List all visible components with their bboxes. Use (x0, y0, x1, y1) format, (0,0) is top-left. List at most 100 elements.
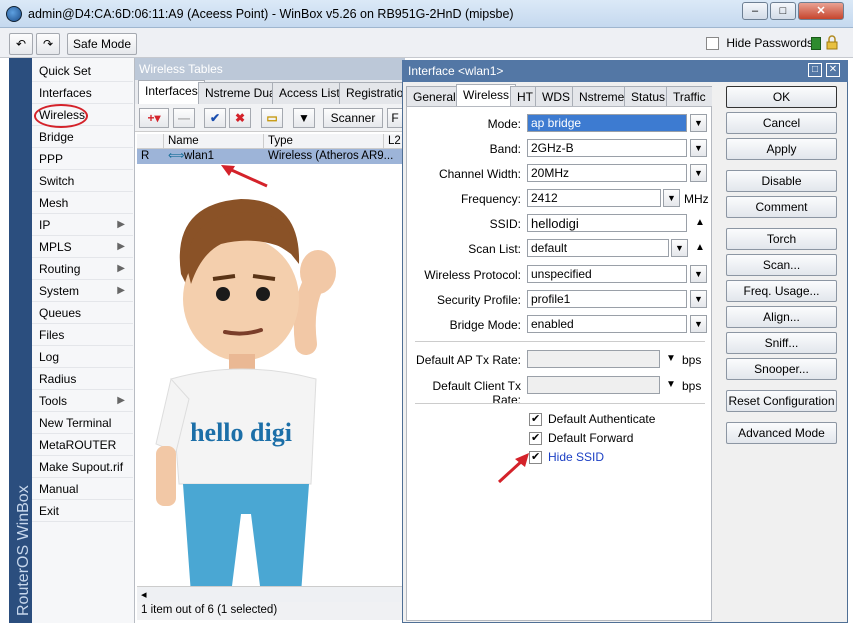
sidebar-item-exit[interactable]: Exit (32, 500, 133, 522)
collapse-icon[interactable]: ▲ (695, 242, 705, 253)
minimize-button[interactable]: – (742, 2, 768, 20)
scanner-button[interactable]: Scanner (323, 108, 383, 128)
disable-button[interactable]: Disable (726, 170, 837, 192)
sidebar-item-tools[interactable]: Tools ▶ (32, 390, 133, 412)
frequency-select[interactable]: 2412 (527, 189, 661, 207)
hide-passwords-checkbox[interactable] (706, 37, 719, 51)
column-type[interactable]: Type (264, 134, 384, 149)
ssid-input[interactable]: hellodigi (527, 214, 687, 232)
sidebar-item-mesh[interactable]: Mesh (32, 192, 133, 214)
wireless-protocol-dropdown-icon[interactable]: ▼ (690, 265, 707, 283)
bridge-mode-select[interactable]: enabled (527, 315, 687, 333)
hide-passwords-toggle[interactable]: Hide Passwords (706, 36, 813, 51)
filter-icon[interactable]: ▼ (293, 108, 315, 128)
sidebar-item-interfaces[interactable]: Interfaces (32, 82, 133, 104)
scan-list-input[interactable]: default (527, 239, 669, 257)
ok-button[interactable]: OK (726, 86, 837, 108)
snooper-button[interactable]: Snooper... (726, 358, 837, 380)
sidebar-item-mpls[interactable]: MPLS ▶ (32, 236, 133, 258)
apply-button[interactable]: Apply (726, 138, 837, 160)
expand-icon[interactable]: ▼ (666, 379, 676, 390)
dialog-close-icon[interactable]: ✕ (826, 63, 840, 77)
maximize-button[interactable]: □ (770, 2, 796, 20)
frequency-label: Frequency: (460, 192, 521, 206)
sidebar-item-queues[interactable]: Queues (32, 302, 133, 324)
comment-button[interactable]: Comment (726, 196, 837, 218)
redo-icon[interactable]: ↷ (36, 33, 60, 55)
scan-button[interactable]: Scan... (726, 254, 837, 276)
cancel-button[interactable]: Cancel (726, 112, 837, 134)
cartoon-mascot-illustration: hello digi (155, 199, 336, 586)
align-button[interactable]: Align... (726, 306, 837, 328)
band-select[interactable]: 2GHz-B (527, 139, 687, 157)
sidebar-item-ppp[interactable]: PPP (32, 148, 133, 170)
table-body: hello digi (137, 164, 403, 586)
tab-access-list[interactable]: Access List (272, 82, 347, 104)
default-authenticate-checkbox[interactable] (529, 412, 542, 427)
channel-width-select[interactable]: 20MHz (527, 164, 687, 182)
default-forward-checkbox[interactable] (529, 431, 542, 446)
sidebar-item-new-terminal[interactable]: New Terminal (32, 412, 133, 434)
mode-select[interactable]: ap bridge (527, 114, 687, 132)
band-dropdown-icon[interactable]: ▼ (690, 139, 707, 157)
frequency-dropdown-icon[interactable]: ▼ (663, 189, 680, 207)
add-icon[interactable]: +▾ (139, 108, 169, 128)
torch-button[interactable]: Torch (726, 228, 837, 250)
tab-interfaces[interactable]: Interfaces (138, 80, 205, 104)
scroll-left-icon[interactable]: ◂ (141, 588, 147, 601)
security-profile-label: Security Profile: (436, 293, 521, 307)
sidebar-item-system[interactable]: System ▶ (32, 280, 133, 302)
sniff-button[interactable]: Sniff... (726, 332, 837, 354)
table-row[interactable]: R ⟺ wlan1 Wireless (Atheros AR9... (137, 149, 405, 164)
sidebar-item-log[interactable]: Log (32, 346, 133, 368)
column-name[interactable]: Name (164, 134, 264, 149)
default-client-tx-rate-input[interactable] (527, 376, 660, 394)
dialog-maximize-icon[interactable]: □ (808, 63, 822, 77)
freq-usage-button[interactable]: Freq. Usage... (726, 280, 837, 302)
sidebar-item-ip[interactable]: IP ▶ (32, 214, 133, 236)
horizontal-scrollbar[interactable]: ◂ (137, 586, 403, 602)
sidebar-item-switch[interactable]: Switch (32, 170, 133, 192)
expand-icon[interactable]: ▼ (666, 353, 676, 364)
default-ap-tx-rate-input[interactable] (527, 350, 660, 368)
sidebar-item-manual[interactable]: Manual (32, 478, 133, 500)
dialog-titlebar[interactable]: Interface <wlan1> □ ✕ (402, 60, 848, 82)
tab-traffic[interactable]: Traffic (666, 86, 713, 108)
security-profile-dropdown-icon[interactable]: ▼ (690, 290, 707, 308)
safe-mode-button[interactable]: Safe Mode (67, 33, 137, 55)
disable-icon[interactable]: ✖ (229, 108, 251, 128)
tab-status[interactable]: Status (624, 86, 673, 108)
sidebar-item-bridge[interactable]: Bridge (32, 126, 133, 148)
tab-general[interactable]: General (406, 86, 463, 108)
enable-icon[interactable]: ✔ (204, 108, 226, 128)
mode-dropdown-icon[interactable]: ▼ (690, 114, 707, 132)
sidebar-item-metarouter[interactable]: MetaROUTER (32, 434, 133, 456)
comment-icon[interactable]: ▭ (261, 108, 283, 128)
sidebar-item-radius[interactable]: Radius (32, 368, 133, 390)
window-titlebar[interactable]: admin@D4:CA:6D:06:11:A9 (Aceess Point) -… (0, 0, 853, 28)
advanced-mode-button[interactable]: Advanced Mode (726, 422, 837, 444)
sidebar-item-files[interactable]: Files (32, 324, 133, 346)
reset-configuration-button[interactable]: Reset Configuration (726, 390, 837, 412)
default-forward-row[interactable]: Default Forward (529, 431, 633, 446)
undo-icon[interactable]: ↶ (9, 33, 33, 55)
hide-ssid-row[interactable]: Hide SSID (529, 450, 604, 465)
close-button[interactable]: ✕ (798, 2, 844, 20)
freq-usage-button[interactable]: F (387, 108, 403, 128)
scan-list-dropdown-icon[interactable]: ▼ (671, 239, 688, 257)
tab-nstreme[interactable]: Nstreme (572, 86, 632, 108)
tab-wireless[interactable]: Wireless (456, 84, 517, 108)
tab-wds[interactable]: WDS (535, 86, 577, 108)
security-profile-select[interactable]: profile1 (527, 290, 687, 308)
channel-width-dropdown-icon[interactable]: ▼ (690, 164, 707, 182)
bridge-mode-dropdown-icon[interactable]: ▼ (690, 315, 707, 333)
default-authenticate-row[interactable]: Default Authenticate (529, 412, 655, 427)
submenu-arrow-icon: ▶ (117, 263, 125, 274)
sidebar-item-make-supout[interactable]: Make Supout.rif (32, 456, 133, 478)
wireless-protocol-select[interactable]: unspecified (527, 265, 687, 283)
collapse-icon[interactable]: ▲ (695, 217, 705, 228)
sidebar-item-quick-set[interactable]: Quick Set (32, 60, 133, 82)
column-flag[interactable] (137, 134, 164, 149)
remove-icon[interactable]: — (173, 108, 195, 128)
sidebar-item-routing[interactable]: Routing ▶ (32, 258, 133, 280)
